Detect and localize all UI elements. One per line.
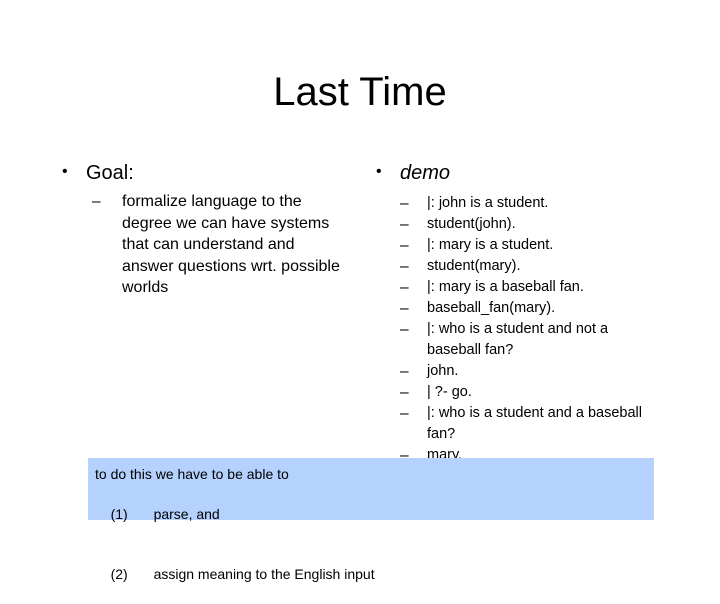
list-item-label: |: mary is a baseball fan. bbox=[427, 279, 584, 295]
list-item-label: student(john). bbox=[427, 216, 516, 232]
note-step-text: assign meaning to the English input bbox=[153, 566, 375, 582]
list-item-label: student(mary). bbox=[427, 258, 521, 274]
dash-icon: – bbox=[400, 258, 409, 275]
list-item-label: | ?- go. bbox=[427, 384, 472, 400]
list-item: – formalize language to the degree we ca… bbox=[92, 191, 348, 299]
note-step-text: parse, and bbox=[153, 506, 220, 522]
list-item-label: |: who is a student and a baseball fan? bbox=[427, 405, 642, 442]
list-item: – |: john is a student. bbox=[400, 193, 662, 214]
dash-icon: – bbox=[400, 321, 409, 338]
bullet-goal-label: Goal: bbox=[86, 162, 134, 184]
list-item-label: |: mary is a student. bbox=[427, 237, 554, 253]
note-step-line: (2) assign meaning to the English input bbox=[95, 544, 654, 604]
list-item-label: |: who is a student and not a baseball f… bbox=[427, 321, 609, 358]
bullet-dot-icon: • bbox=[62, 163, 68, 180]
dash-icon: – bbox=[400, 195, 409, 212]
dash-icon: – bbox=[400, 300, 409, 317]
bullet-demo: • demo bbox=[362, 160, 662, 186]
list-item: – john. bbox=[400, 361, 662, 382]
right-content-column: • demo – |: john is a student. – student… bbox=[362, 160, 662, 466]
list-item-label: |: john is a student. bbox=[427, 195, 549, 211]
dash-icon: – bbox=[400, 384, 409, 401]
dash-icon: – bbox=[400, 237, 409, 254]
list-item: – student(mary). bbox=[400, 256, 662, 277]
list-item: – |: mary is a student. bbox=[400, 235, 662, 256]
dash-icon: – bbox=[92, 193, 101, 210]
list-item-label: john. bbox=[427, 363, 459, 379]
list-item-label: baseball_fan(mary). bbox=[427, 300, 556, 316]
list-item: – student(john). bbox=[400, 214, 662, 235]
note-step-number: (2) bbox=[110, 566, 128, 582]
page-title: Last Time bbox=[273, 70, 447, 114]
note-step-line: (1) parse, and bbox=[95, 484, 654, 544]
list-item: – |: who is a student and not a baseball… bbox=[400, 319, 662, 361]
bullet-dot-icon: • bbox=[376, 163, 382, 180]
demo-transcript-list: – |: john is a student. – student(john).… bbox=[400, 193, 662, 466]
list-item: – | ?- go. bbox=[400, 382, 662, 403]
note-step-number: (1) bbox=[110, 506, 128, 522]
note-callout-box: to do this we have to be able to (1) pars… bbox=[88, 458, 654, 582]
list-item: – |: mary is a baseball fan. bbox=[400, 277, 662, 298]
dash-icon: – bbox=[400, 216, 409, 233]
dash-icon: – bbox=[400, 405, 409, 422]
bullet-goal: • Goal: bbox=[48, 160, 348, 186]
list-item: – baseball_fan(mary). bbox=[400, 298, 662, 319]
list-item: – |: who is a student and a baseball fan… bbox=[400, 403, 662, 445]
demo-sub-bullets: – |: john is a student. – student(john).… bbox=[400, 193, 662, 466]
dash-icon: – bbox=[400, 363, 409, 380]
bullet-demo-label: demo bbox=[400, 162, 451, 184]
list-item-label: formalize language to the degree we can … bbox=[122, 193, 340, 296]
goal-sub-bullet-list: – formalize language to the degree we ca… bbox=[92, 191, 348, 299]
left-content-column: • Goal: – formalize language to the degr… bbox=[48, 160, 348, 299]
goal-sub-bullets: – formalize language to the degree we ca… bbox=[92, 191, 348, 299]
note-intro-line: to do this we have to be able to bbox=[95, 466, 289, 482]
dash-icon: – bbox=[400, 279, 409, 296]
